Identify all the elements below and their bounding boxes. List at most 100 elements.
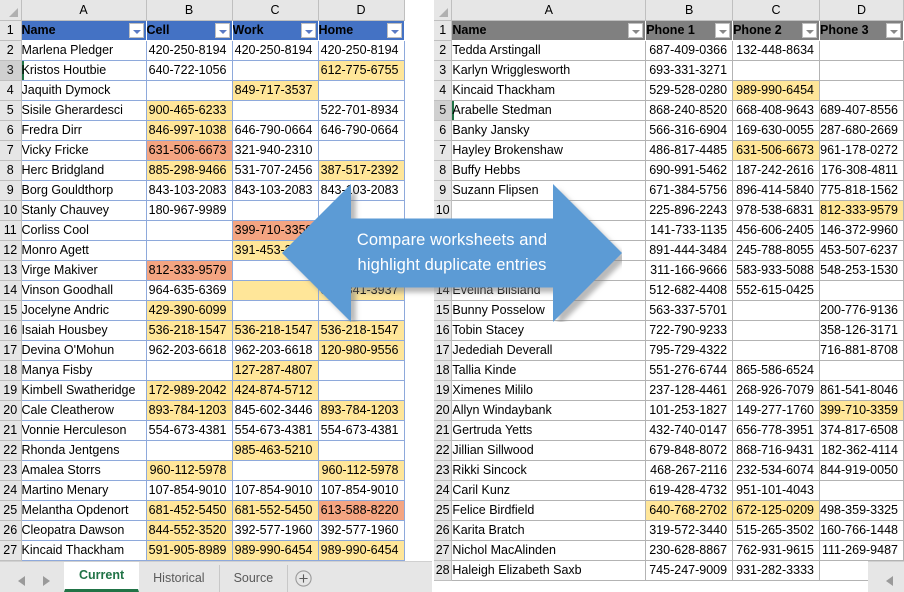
row-header-16[interactable]: 16 <box>0 320 21 340</box>
cell-phone-3[interactable]: 689-407-8556 <box>819 100 903 120</box>
row-header-18[interactable]: 18 <box>434 360 452 380</box>
cell-phone-1[interactable]: 563-337-5701 <box>646 300 733 320</box>
row-header-21[interactable]: 21 <box>0 420 21 440</box>
cell-name[interactable]: Virge Makiver <box>21 260 146 280</box>
row-header-15[interactable]: 15 <box>0 300 21 320</box>
cell-name[interactable]: Felice Birdfield <box>452 500 646 520</box>
cell-phone-1[interactable]: 690-991-5462 <box>646 160 733 180</box>
cell-name[interactable]: Tallia Kinde <box>452 360 646 380</box>
row-header-26[interactable]: 26 <box>434 520 452 540</box>
filter-dropdown-button[interactable] <box>129 23 144 38</box>
cell-phone-3[interactable] <box>819 80 903 100</box>
cell-phone-3[interactable]: 358-126-3171 <box>819 320 903 340</box>
cell-phone-1[interactable]: 671-384-5756 <box>646 180 733 200</box>
row-header-14[interactable]: 14 <box>434 280 452 300</box>
cell-phone-3[interactable]: 176-308-4811 <box>819 160 903 180</box>
cell-phone-3[interactable] <box>318 300 404 320</box>
table-row[interactable]: 8Herc Bridgland885-298-9466531-707-24563… <box>0 160 404 180</box>
cell-phone-2[interactable]: 391-453-2254 <box>232 240 318 260</box>
filter-dropdown-button[interactable] <box>715 23 730 38</box>
cell-name[interactable]: Bunny Posselow <box>452 300 646 320</box>
cell-phone-3[interactable] <box>318 80 404 100</box>
cell-phone-3[interactable]: 374-817-6508 <box>819 420 903 440</box>
cell-name[interactable]: Devina O'Mohun <box>21 340 146 360</box>
cell-phone-3[interactable]: 843-103-2083 <box>318 180 404 200</box>
cell-phone-2[interactable]: 399-710-3359 <box>232 220 318 240</box>
cell-name[interactable]: Isaiah Housbey <box>21 320 146 340</box>
cell-phone-1[interactable]: 846-997-1038 <box>146 120 232 140</box>
cell-phone-2[interactable]: 843-103-2083 <box>232 180 318 200</box>
row-header-21[interactable]: 21 <box>434 420 452 440</box>
cell-phone-2[interactable]: 268-926-7079 <box>733 380 820 400</box>
cell-phone-2[interactable]: 149-277-1760 <box>733 400 820 420</box>
cell-name[interactable]: Banky Jansky <box>452 120 646 140</box>
table-row[interactable]: 26Cleopatra Dawson844-552-3520392-577-19… <box>0 520 404 540</box>
filter-dropdown-button[interactable] <box>387 23 402 38</box>
cell-phone-2[interactable]: 245-788-8055 <box>733 240 820 260</box>
table-row[interactable]: 15Jocelyne Andric429-390-6099 <box>0 300 404 320</box>
cell-phone-1[interactable]: 844-552-3520 <box>146 520 232 540</box>
cell-phone-2[interactable]: 531-707-2456 <box>232 160 318 180</box>
cell-phone-2[interactable]: 989-990-6454 <box>733 80 820 100</box>
cell-phone-1[interactable]: 812-333-9579 <box>146 260 232 280</box>
filter-dropdown-button[interactable] <box>301 23 316 38</box>
cell-phone-2[interactable]: 424-874-5712 <box>232 380 318 400</box>
table-row[interactable]: 5Sisile Gherardesci900-465-6233522-701-8… <box>0 100 404 120</box>
cell-phone-2[interactable] <box>733 320 820 340</box>
cell-phone-3[interactable]: 182-362-4114 <box>819 440 903 460</box>
cell-phone-2[interactable]: 985-463-5210 <box>232 440 318 460</box>
cell-name[interactable] <box>452 220 646 240</box>
table-row[interactable]: 20Cale Cleatherow893-784-1203845-602-344… <box>0 400 404 420</box>
row-header-17[interactable]: 17 <box>0 340 21 360</box>
table-row[interactable]: 19Kimbell Swatheridge172-989-2042424-874… <box>0 380 404 400</box>
cell-phone-1[interactable]: 180-967-9989 <box>146 200 232 220</box>
cell-name[interactable]: Cleopatra Dawson <box>21 520 146 540</box>
cell-name[interactable]: Stanly Chauvey <box>21 200 146 220</box>
table-row[interactable]: 13311-166-9666583-933-5088548-253-1530 <box>434 260 904 280</box>
cell-phone-1[interactable] <box>146 220 232 240</box>
filter-dropdown-button[interactable] <box>886 23 901 38</box>
cell-phone-3[interactable]: 146-372-9960 <box>819 220 903 240</box>
cell-phone-2[interactable] <box>733 60 820 80</box>
column-header-c[interactable]: C <box>733 0 820 20</box>
cell-phone-1[interactable]: 529-528-0280 <box>646 80 733 100</box>
row-header-1[interactable]: 1 <box>434 20 452 40</box>
cell-name[interactable]: Amalea Storrs <box>21 460 146 480</box>
left-grid-table[interactable]: ABCD1NameCellWorkHome2Marlena Pledger420… <box>0 0 405 581</box>
cell-phone-1[interactable]: 960-112-5978 <box>146 460 232 480</box>
cell-phone-3[interactable] <box>819 360 903 380</box>
cell-phone-3[interactable]: 960-112-5978 <box>318 460 404 480</box>
column-header-c[interactable]: C <box>232 0 318 20</box>
row-header-27[interactable]: 27 <box>434 540 452 560</box>
cell-phone-3[interactable]: 612-775-6755 <box>318 60 404 80</box>
cell-phone-1[interactable]: 843-103-2083 <box>146 180 232 200</box>
previous-sheet-icon[interactable] <box>886 576 893 586</box>
cell-phone-3[interactable]: 522-701-8934 <box>318 100 404 120</box>
row-header-10[interactable]: 10 <box>434 200 452 220</box>
row-header-20[interactable]: 20 <box>434 400 452 420</box>
cell-phone-1[interactable] <box>146 440 232 460</box>
table-row[interactable]: 24Caril Kunz619-428-4732951-101-4043 <box>434 480 904 500</box>
table-row[interactable]: 28Haleigh Elizabeth Saxb745-247-9009931-… <box>434 560 904 580</box>
cell-phone-1[interactable]: 631-506-6673 <box>146 140 232 160</box>
cell-phone-1[interactable] <box>146 240 232 260</box>
cell-phone-2[interactable]: 762-931-9615 <box>733 540 820 560</box>
cell-phone-3[interactable] <box>819 480 903 500</box>
table-row[interactable]: 22Rhonda Jentgens985-463-5210 <box>0 440 404 460</box>
row-header-4[interactable]: 4 <box>0 80 21 100</box>
row-header-10[interactable]: 10 <box>0 200 21 220</box>
row-header-9[interactable]: 9 <box>434 180 452 200</box>
cell-phone-3[interactable] <box>318 360 404 380</box>
cell-phone-1[interactable]: 640-722-1056 <box>146 60 232 80</box>
cell-phone-3[interactable]: 200-776-9136 <box>819 300 903 320</box>
row-header-5[interactable]: 5 <box>434 100 452 120</box>
cell-phone-2[interactable]: 169-630-0055 <box>733 120 820 140</box>
cell-phone-1[interactable]: 319-572-3440 <box>646 520 733 540</box>
cell-name[interactable]: Tedda Arstingall <box>452 40 646 60</box>
column-header-b[interactable]: B <box>646 0 733 20</box>
cell-phone-2[interactable]: 127-287-4807 <box>232 360 318 380</box>
table-row[interactable]: 3Kristos Houtbie640-722-1056612-775-6755 <box>0 60 404 80</box>
table-row[interactable]: 7Vicky Fricke631-506-6673321-940-2310 <box>0 140 404 160</box>
select-all-corner[interactable] <box>434 0 452 20</box>
cell-phone-1[interactable]: 891-444-3484 <box>646 240 733 260</box>
